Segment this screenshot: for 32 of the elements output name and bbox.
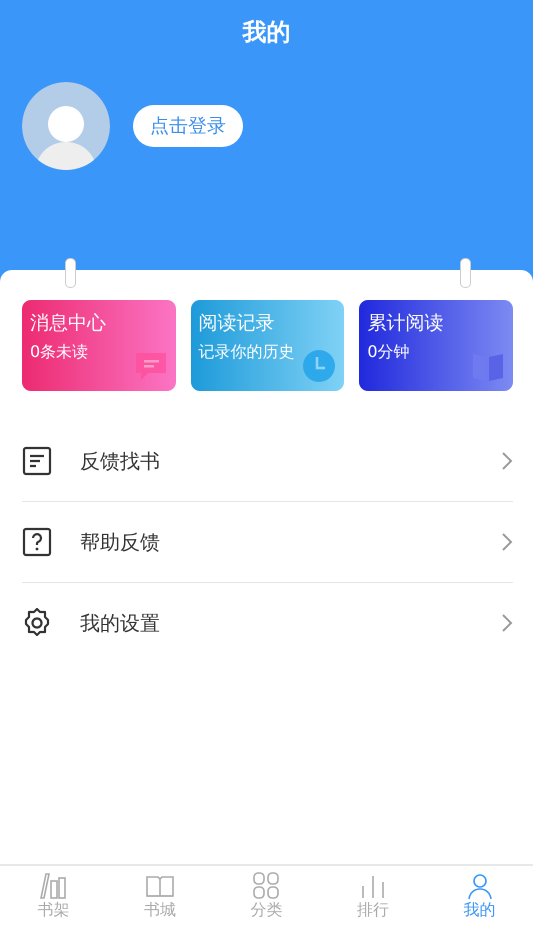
chevron-right-icon [501,613,513,633]
card-subtitle: 记录你的历史 [198,342,296,363]
card-title: 累计阅读 [367,311,444,336]
tab[interactable]: 书城 [106,866,214,930]
menu-label: 反馈找书 [80,448,161,474]
stat-card[interactable]: 阅读记录 记录你的历史 [190,300,344,391]
menu-label: 我的设置 [80,610,161,636]
tab[interactable]: 我的 [426,866,533,930]
document-icon [22,446,52,476]
menu-label: 帮助反馈 [80,528,161,556]
card-subtitle: 0分钟 [367,342,411,363]
menu-item[interactable]: 帮助反馈 [22,502,513,583]
grid-icon [251,872,282,900]
chevron-right-icon [501,532,513,552]
chevron-right-icon [501,451,513,471]
tab[interactable]: 排行 [320,866,426,930]
settings-icon [22,608,52,638]
avatar-icon [22,82,110,170]
menu-item[interactable]: 我的设置 [22,583,513,663]
card-title: 阅读记录 [198,311,276,336]
page-title: 我的 [242,17,290,48]
clock-icon [302,349,336,383]
card-subtitle: 0条未读 [30,342,90,363]
card-title: 消息中心 [30,311,107,336]
books-icon [38,872,68,900]
tab[interactable]: 书架 [0,866,107,930]
login-button[interactable]: 点击登录 [133,105,243,147]
stat-card[interactable]: 消息中心 0条未读 [22,300,176,391]
help-icon [22,527,52,557]
tab[interactable]: 分类 [213,866,320,930]
stat-card[interactable]: 累计阅读 0分钟 [359,300,514,391]
menu-item[interactable]: 反馈找书 [22,421,513,502]
